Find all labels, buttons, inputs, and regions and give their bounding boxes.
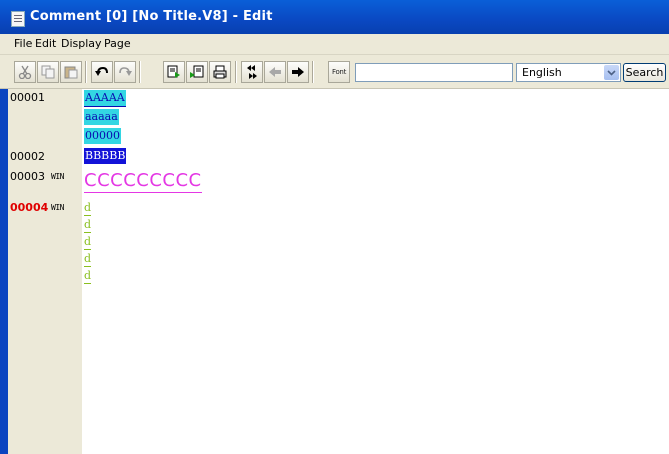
toolbar-separator <box>235 61 237 83</box>
line-number[interactable]: 00001 <box>10 91 45 104</box>
text-cell[interactable]: CCCCCCCCC <box>84 170 202 193</box>
forward-arrow-icon <box>292 67 304 77</box>
import-button[interactable] <box>186 61 208 83</box>
undo-icon <box>95 66 108 76</box>
paste-icon <box>64 66 78 79</box>
redo-icon <box>119 67 132 76</box>
window-left-border <box>0 34 8 454</box>
print-icon <box>213 65 227 79</box>
text-cell[interactable]: aaaaa <box>84 109 119 125</box>
text-cell[interactable]: d <box>84 234 92 250</box>
paste-button[interactable] <box>60 61 82 83</box>
text-cell[interactable]: d <box>84 200 92 216</box>
title-bar: Comment [0] [No Title.V8] - Edit <box>0 0 669 34</box>
copy-button[interactable] <box>37 61 59 83</box>
window-title: Comment [0] [No Title.V8] - Edit <box>30 9 273 24</box>
text-cell[interactable]: d <box>84 251 92 267</box>
search-button[interactable]: Search <box>623 63 666 82</box>
menu-file[interactable]: File <box>14 37 32 50</box>
document-icon <box>11 11 25 27</box>
import-icon <box>190 65 204 78</box>
menu-bar: File Edit Display Page <box>0 34 669 55</box>
toolbar: Font English Search <box>0 55 669 89</box>
text-cell[interactable]: d <box>84 217 92 233</box>
text-cell[interactable]: BBBBB <box>84 148 127 164</box>
line-number-active[interactable]: 00004 <box>10 201 48 214</box>
menu-edit[interactable]: Edit <box>35 37 56 50</box>
rewind-button[interactable] <box>241 61 263 83</box>
line-number[interactable]: 00003 <box>10 170 45 183</box>
toolbar-separator <box>85 61 87 83</box>
text-cell[interactable]: 00000 <box>84 128 121 144</box>
undo-button[interactable] <box>91 61 113 83</box>
language-value: English <box>522 66 562 79</box>
menu-page[interactable]: Page <box>104 37 131 50</box>
forward-button[interactable] <box>287 61 309 83</box>
cut-button[interactable] <box>14 61 36 83</box>
font-button[interactable]: Font <box>328 61 350 83</box>
print-button[interactable] <box>209 61 231 83</box>
font-icon: Font <box>331 68 347 76</box>
redo-button[interactable] <box>114 61 136 83</box>
cut-icon <box>18 65 32 79</box>
win-tag: WIN <box>51 203 64 212</box>
menu-display[interactable]: Display <box>61 37 102 50</box>
editor-area[interactable] <box>82 89 669 454</box>
back-button[interactable] <box>264 61 286 83</box>
chevron-down-icon[interactable] <box>604 65 619 80</box>
win-tag: WIN <box>51 172 64 181</box>
rewind-icon <box>247 65 257 79</box>
search-input[interactable] <box>355 63 513 82</box>
line-number[interactable]: 00002 <box>10 150 45 163</box>
toolbar-separator <box>312 61 314 83</box>
toolbar-separator <box>139 61 141 83</box>
text-cell[interactable]: AAAAA <box>84 90 126 107</box>
text-cell[interactable]: d <box>84 268 92 284</box>
export-icon <box>167 65 180 78</box>
back-arrow-icon <box>269 67 281 77</box>
export-button[interactable] <box>163 61 185 83</box>
line-number-gutter <box>8 89 82 454</box>
copy-icon <box>41 65 55 79</box>
language-select[interactable]: English <box>516 63 621 82</box>
